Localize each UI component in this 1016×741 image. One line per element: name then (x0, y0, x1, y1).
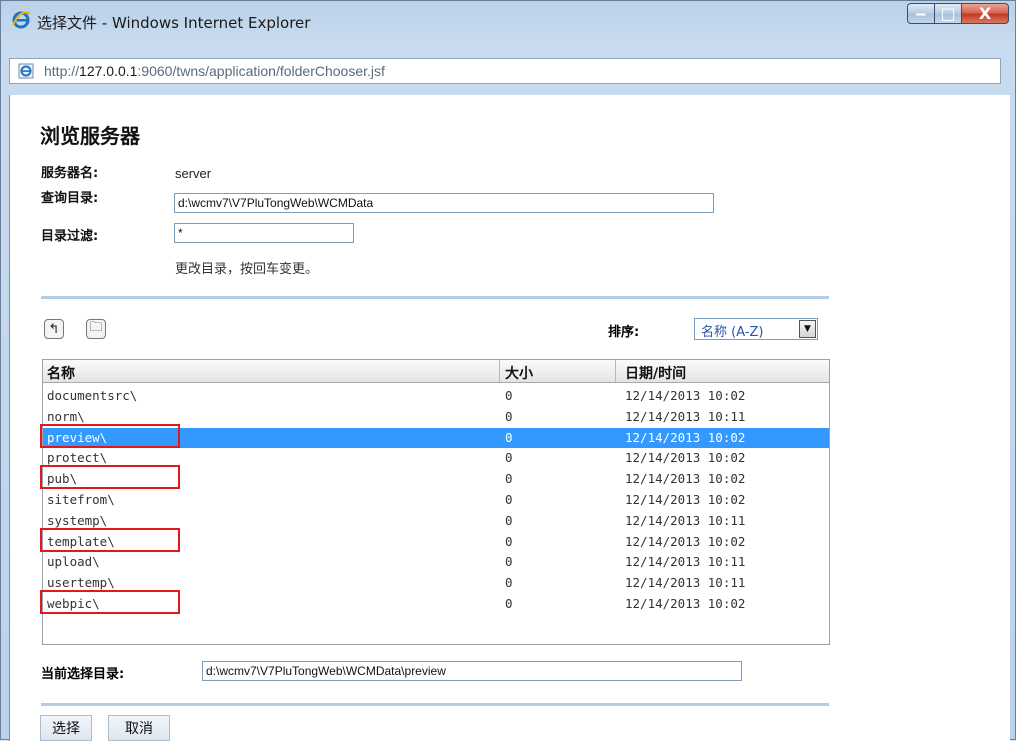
cell-date: 12/14/2013 10:02 (625, 450, 746, 466)
sort-label: 排序: (608, 325, 640, 340)
cell-date: 12/14/2013 10:02 (625, 429, 746, 445)
separator (41, 296, 829, 299)
current-selection-input[interactable] (202, 661, 742, 681)
current-selection-label: 当前选择目录: (41, 667, 125, 682)
separator (41, 703, 829, 706)
page-icon (18, 63, 34, 79)
column-size[interactable]: 大小 (505, 363, 533, 383)
close-button[interactable]: X (962, 3, 1009, 24)
url-path: :9060/twns/application/folderChooser.jsf (137, 63, 385, 79)
cell-size: 0 (505, 388, 513, 403)
column-divider (615, 360, 616, 382)
column-divider (499, 360, 500, 382)
new-folder-button[interactable]: 🗀 (86, 319, 106, 339)
cell-name: documentsrc\ (47, 388, 138, 403)
cancel-button[interactable]: 取消 (108, 715, 170, 741)
cell-size: 0 (505, 471, 513, 487)
close-icon: X (978, 4, 992, 23)
filter-label: 目录过滤: (41, 229, 99, 244)
table-row[interactable]: documentsrc\ 0 12/14/2013 10:02 (43, 386, 829, 406)
page-title: 浏览服务器 (40, 124, 140, 148)
cell-size: 0 (505, 429, 513, 445)
sort-value: 名称 (A-Z) (701, 325, 764, 340)
cell-date: 12/14/2013 10:11 (625, 575, 746, 591)
title-bar: 选择文件 - Windows Internet Explorer ‒ □ X (1, 1, 1015, 41)
query-directory-input[interactable] (174, 193, 714, 213)
cell-date: 12/14/2013 10:11 (625, 512, 746, 528)
cell-size: 0 (505, 554, 513, 570)
browser-window: 选择文件 - Windows Internet Explorer ‒ □ X h… (0, 0, 1016, 741)
cell-name: protect\ (47, 450, 108, 466)
highlight-box (40, 423, 180, 448)
filter-input[interactable] (174, 223, 354, 243)
address-url: http://127.0.0.1:9060/twns/application/f… (44, 63, 385, 79)
folder-icon: 🗀 (89, 320, 103, 335)
cell-size: 0 (505, 450, 513, 466)
cell-name: sitefrom\ (47, 492, 115, 507)
cell-name: upload\ (47, 554, 100, 570)
address-bar[interactable]: http://127.0.0.1:9060/twns/application/f… (9, 58, 1001, 84)
cell-date: 12/14/2013 10:02 (625, 596, 746, 611)
table-row[interactable]: upload\ 0 12/14/2013 10:11 (43, 552, 829, 572)
cell-size: 0 (505, 408, 513, 424)
minimize-button[interactable]: ‒ (907, 3, 935, 24)
cell-name: norm\ (47, 408, 85, 424)
cell-size: 0 (505, 533, 513, 549)
cell-date: 12/14/2013 10:02 (625, 388, 746, 403)
highlight-box (40, 590, 180, 614)
select-button[interactable]: 选择 (40, 715, 92, 741)
window-controls: ‒ □ X (907, 3, 1009, 25)
hint-text: 更改目录，按回车变更。 (175, 262, 319, 277)
chevron-down-icon[interactable]: ▼ (799, 320, 816, 338)
ie-logo-icon (12, 11, 31, 29)
cell-size: 0 (505, 596, 513, 611)
server-label: 服务器名: (41, 166, 99, 181)
cell-size: 0 (505, 575, 513, 591)
cell-date: 12/14/2013 10:02 (625, 533, 746, 549)
cell-date: 12/14/2013 10:11 (625, 408, 746, 424)
cell-name: systemp\ (47, 512, 108, 528)
up-folder-button[interactable]: ↰ (44, 319, 64, 339)
minimize-icon: ‒ (915, 4, 927, 23)
url-prefix: http:// (44, 63, 80, 79)
highlight-box (40, 465, 180, 490)
url-host: 127.0.0.1 (79, 63, 138, 79)
cell-date: 12/14/2013 10:02 (625, 492, 746, 507)
highlight-box (40, 527, 180, 552)
up-arrow-icon: ↰ (48, 321, 60, 337)
cell-size: 0 (505, 492, 513, 507)
cell-size: 0 (505, 512, 513, 528)
query-label: 查询目录: (41, 191, 99, 206)
column-name[interactable]: 名称 (47, 363, 75, 383)
server-value: server (175, 166, 212, 181)
window-title: 选择文件 - Windows Internet Explorer (37, 14, 311, 32)
maximize-button[interactable]: □ (935, 3, 962, 24)
table-row[interactable]: sitefrom\ 0 12/14/2013 10:02 (43, 490, 829, 510)
cell-date: 12/14/2013 10:02 (625, 471, 746, 487)
cell-name: usertemp\ (47, 575, 115, 591)
maximize-icon: □ (940, 4, 956, 23)
page-content: 浏览服务器 服务器名: server 查询目录: 目录过滤: 更改目录，按回车变… (9, 95, 1010, 741)
table-header: 名称 大小 日期/时间 (43, 360, 829, 383)
column-date[interactable]: 日期/时间 (625, 363, 686, 383)
cell-date: 12/14/2013 10:11 (625, 554, 746, 570)
sort-select[interactable]: 名称 (A-Z) ▼ (694, 318, 818, 340)
